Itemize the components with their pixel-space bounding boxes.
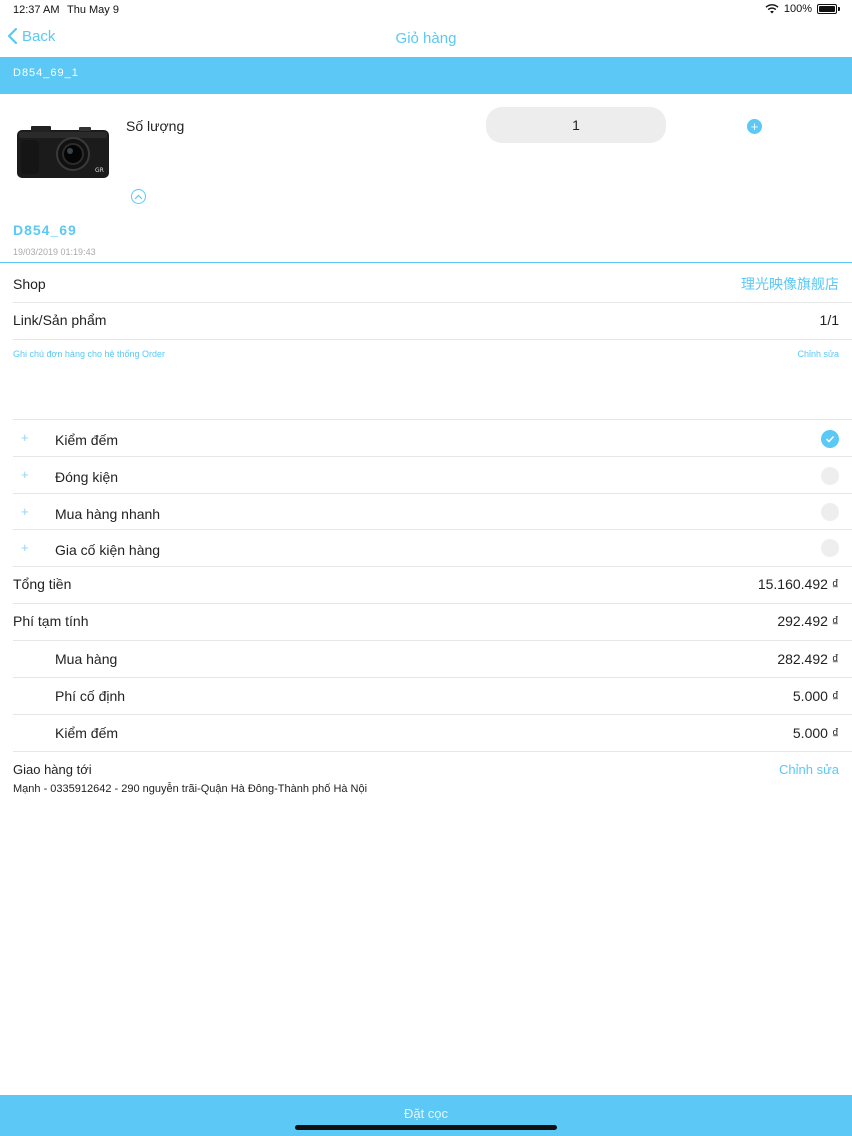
divider <box>13 493 852 494</box>
shop-row: Shop 理光映像旗舰店 <box>13 274 839 294</box>
battery-percent: 100% <box>783 3 812 15</box>
fee-row: Phí tạm tính 292.492 ₫ <box>13 613 839 629</box>
service-checkbox[interactable] <box>821 467 839 485</box>
order-note-field[interactable]: Ghi chú đơn hàng cho hệ thống Order <box>13 349 165 359</box>
shipping-title: Giao hàng tới <box>13 762 92 777</box>
divider <box>13 714 852 715</box>
note-edit-button[interactable]: Chỉnh sửa <box>797 349 839 359</box>
service-label: Đóng kiện <box>55 469 119 485</box>
fee-breakdown-value: 282.492 ₫ <box>777 651 839 667</box>
link-row: Link/Sản phẩm 1/1 <box>13 312 839 328</box>
back-label: Back <box>22 27 56 45</box>
link-label: Link/Sản phẩm <box>13 312 107 328</box>
divider <box>13 677 852 678</box>
total-label: Tổng tiền <box>13 576 72 592</box>
section-divider <box>0 262 852 263</box>
service-checkbox[interactable] <box>821 539 839 557</box>
battery-tip <box>838 7 840 11</box>
service-label: Gia cố kiện hàng <box>55 542 161 558</box>
link-value: 1/1 <box>819 312 839 328</box>
home-indicator <box>295 1125 557 1130</box>
divider <box>13 566 852 567</box>
product-image: GR <box>17 126 109 178</box>
battery-icon <box>817 4 837 14</box>
service-checkbox[interactable] <box>821 430 839 448</box>
fee-breakdown-label: Kiểm đếm <box>55 725 119 741</box>
cart-group-label: D854_69_1 <box>13 67 79 79</box>
plus-icon: + <box>21 504 29 519</box>
fee-label: Phí tạm tính <box>13 613 89 629</box>
check-icon <box>825 435 835 443</box>
fee-value: 292.492 ₫ <box>777 613 839 629</box>
status-indicators: 100% <box>765 3 840 15</box>
fee-breakdown-label: Mua hàng <box>55 651 118 667</box>
back-button[interactable]: Back <box>7 27 55 45</box>
fee-breakdown-value: 5.000 ₫ <box>792 688 839 704</box>
page-title: Giỏ hàng <box>395 30 457 47</box>
plus-icon: + <box>21 467 29 482</box>
service-checkbox[interactable] <box>821 503 839 521</box>
cart-group-header <box>0 57 852 94</box>
quantity-input[interactable]: 1 <box>486 107 666 143</box>
fee-breakdown-label: Phí cố định <box>55 688 126 704</box>
plus-icon: + <box>21 430 29 445</box>
shipping-edit-button[interactable]: Chỉnh sửa <box>779 762 839 777</box>
increase-quantity-button[interactable]: + <box>747 119 762 134</box>
status-time: 12:37 AM <box>13 4 60 16</box>
total-row: Tổng tiền 15.160.492 ₫ <box>13 576 839 592</box>
divider <box>13 456 852 457</box>
service-label: Kiểm đếm <box>55 432 119 448</box>
divider <box>13 603 852 604</box>
wifi-icon <box>765 4 779 14</box>
svg-text:GR: GR <box>95 167 104 174</box>
divider <box>13 640 852 641</box>
status-date: Thu May 9 <box>67 4 119 16</box>
total-value: 15.160.492 ₫ <box>757 576 839 592</box>
service-label: Mua hàng nhanh <box>55 506 161 522</box>
shop-link[interactable]: 理光映像旗舰店 <box>741 274 839 294</box>
collapse-button[interactable] <box>131 189 146 204</box>
shipping-address: Mạnh - 0335912642 - 290 nguyễn trãi-Quận… <box>13 783 368 795</box>
quantity-label: Số lượng <box>126 118 185 134</box>
divider <box>13 751 852 752</box>
order-date: 19/03/2019 01:19:43 <box>13 247 96 257</box>
divider <box>13 339 852 340</box>
divider <box>13 529 852 530</box>
divider <box>13 302 852 303</box>
plus-icon: + <box>21 540 29 555</box>
chevron-left-icon <box>7 27 18 45</box>
order-code: D854_69 <box>13 222 77 238</box>
chevron-up-icon <box>134 194 143 199</box>
shop-label: Shop <box>13 276 46 292</box>
fee-breakdown-value: 5.000 ₫ <box>792 725 839 741</box>
divider <box>13 419 852 420</box>
